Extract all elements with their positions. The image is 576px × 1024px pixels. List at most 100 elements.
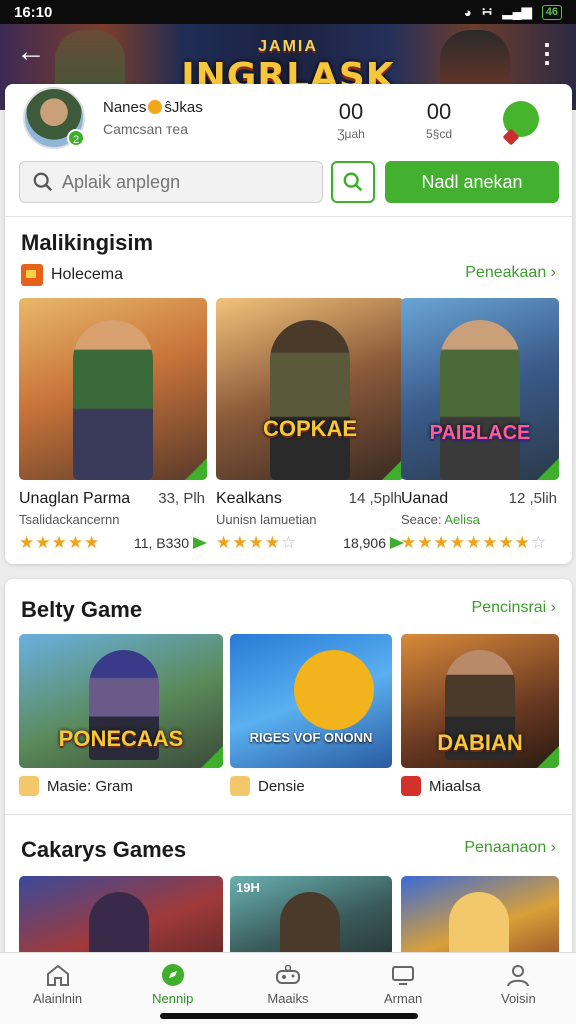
profile-name: Nanes ŝJkas xyxy=(103,99,203,116)
back-arrow-icon: ← xyxy=(16,35,46,68)
game-thumbnail[interactable]: 19H xyxy=(230,876,392,956)
home-indicator[interactable] xyxy=(160,1013,418,1019)
download-icon xyxy=(193,537,207,549)
search-button[interactable] xyxy=(331,161,375,203)
category-icon xyxy=(230,776,250,796)
game-label: Miaalsa xyxy=(429,777,481,795)
search-input[interactable] xyxy=(62,171,302,193)
see-all-link[interactable]: Pencinsrai › xyxy=(472,599,556,617)
game-character-art xyxy=(294,650,374,730)
status-bar: 16:10 ◕ ∺ ▂▄▆ 46 xyxy=(0,0,576,24)
chat-icon[interactable] xyxy=(503,101,539,137)
nav-item-home[interactable]: Alainlnin xyxy=(0,953,115,1024)
profile-icon xyxy=(507,965,530,987)
section-title: Malikingisim xyxy=(21,230,154,255)
section-title: Cakarys Games xyxy=(21,837,187,862)
game-size: 12 ,5lih xyxy=(508,490,557,507)
game-label-row: Densie xyxy=(230,776,392,796)
stat-1-label: Ʒμah xyxy=(337,127,365,141)
nav-label: Arman xyxy=(384,991,423,1006)
game-rating-row: ★★★★★★★★☆ xyxy=(401,533,559,553)
battery-level: 46 xyxy=(545,5,558,18)
section-subtitle: Holecema xyxy=(51,266,124,283)
nav-label: Alainlnin xyxy=(33,991,83,1006)
game-thumbnail: PAIBLACE xyxy=(401,298,559,480)
installed-corner xyxy=(185,458,207,480)
search-box xyxy=(19,161,323,203)
download-count: 11, B330 xyxy=(133,535,189,551)
see-all-link[interactable]: Penaanaon › xyxy=(464,839,556,857)
game-size: 33, Plh xyxy=(158,490,205,507)
see-all-label: Pencinsrai xyxy=(471,599,547,616)
game-art-title: PONECAAS xyxy=(58,726,184,751)
game-card[interactable]: Unaglan Parma 33, Plh Tsalidackancernn ★… xyxy=(19,298,207,553)
game-rating-row: ★★★★☆ 18,906 xyxy=(216,533,404,553)
see-all-link[interactable]: Peneakaan › xyxy=(465,264,556,282)
vibrate-icon: ◕ xyxy=(463,4,472,20)
stat-2: 00 5§cd xyxy=(409,99,469,141)
star-rating: ★★★★★★★★☆ xyxy=(401,533,548,552)
category-icon xyxy=(19,776,39,796)
game-card[interactable]: PONECAAS Masie: Gram xyxy=(19,634,223,796)
game-subtitle-text: Uunisn lamuetian xyxy=(216,512,317,527)
game-thumbnail[interactable] xyxy=(401,876,559,956)
star-rating: ★★★★☆ xyxy=(216,533,298,552)
search-icon xyxy=(33,172,53,192)
star-rating: ★★★★★ xyxy=(19,533,101,552)
back-button[interactable]: ← xyxy=(16,35,50,68)
game-subtitle-text: Seace: xyxy=(401,512,442,527)
game-character-art xyxy=(280,892,340,956)
chevron-right-icon: › xyxy=(550,839,556,856)
profile-card: 2 Nanes ŝJkas Camcsan ᴛea 00 Ʒμah 00 5§cd… xyxy=(5,84,572,564)
stat-2-value: 00 xyxy=(426,99,452,124)
game-thumbnail xyxy=(19,298,207,480)
compass-icon xyxy=(161,964,184,986)
see-all-label: Peneakaan xyxy=(465,264,547,281)
game-character-art xyxy=(89,892,149,956)
game-thumbnail: PONECAAS xyxy=(19,634,223,768)
profile-name-text: Nanes xyxy=(103,99,147,116)
game-art-title: PAIBLACE xyxy=(429,422,531,444)
stat-2-label: 5§cd xyxy=(425,127,453,141)
see-all-label: Penaanaon xyxy=(464,839,547,856)
game-art-title: RIGES VOF ONONN xyxy=(249,730,373,745)
game-thumbnail[interactable] xyxy=(19,876,223,956)
nav-item-profile[interactable]: Voisin xyxy=(461,953,576,1024)
nav-label: Maaiks xyxy=(267,991,309,1006)
game-label: Masie: Gram xyxy=(47,777,133,795)
game-card[interactable]: COPKAE Kealkans 14 ,5plh Uunisn lamuetia… xyxy=(216,298,404,553)
category-icon xyxy=(401,776,421,796)
search-row: Nadl anekan xyxy=(19,161,559,203)
banner-logo-top: JAMIA xyxy=(258,37,318,55)
more-vertical-icon: ⋮ xyxy=(534,38,560,68)
search-icon xyxy=(343,172,363,192)
game-rating-row: ★★★★★ 11, B330 xyxy=(19,533,207,553)
game-label: Densie xyxy=(258,777,305,795)
game-card[interactable]: DABIAN Miaalsa xyxy=(401,634,559,796)
installed-corner xyxy=(537,458,559,480)
monitor-icon xyxy=(392,966,415,985)
game-label-row: Miaalsa xyxy=(401,776,559,796)
game-character-art xyxy=(270,320,350,480)
signal-icon: ▂▄▆ xyxy=(502,4,532,19)
installed-corner xyxy=(201,746,223,768)
profile-header: 2 Nanes ŝJkas Camcsan ᴛea 00 Ʒμah 00 5§cd xyxy=(23,87,553,157)
game-sections-card: Belty Game Pencinsrai › PONECAAS Masie: … xyxy=(5,579,572,969)
game-card[interactable]: RIGES VOF ONONN Densie xyxy=(230,634,392,796)
more-options-button[interactable]: ⋮ xyxy=(534,38,560,68)
game-card[interactable]: PAIBLACE Uanad 12 ,5lih Seace: Aelisa ★★… xyxy=(401,298,559,553)
coin-icon xyxy=(148,100,163,114)
game-subtitle: Uunisn lamuetian xyxy=(216,512,404,527)
game-size: 14 ,5plh xyxy=(348,490,402,507)
section-title: Belty Game xyxy=(21,597,143,622)
primary-action-button[interactable]: Nadl anekan xyxy=(385,161,559,203)
game-art-title: COPKAE xyxy=(262,416,358,441)
stat-1: 00 Ʒμah xyxy=(321,99,381,141)
installed-corner xyxy=(537,746,559,768)
home-icon xyxy=(46,964,69,986)
profile-name-suffix: ŝJkas xyxy=(164,99,203,116)
profile-subtitle: Camcsan ᴛea xyxy=(103,121,189,137)
game-subtitle: Seace: Aelisa xyxy=(401,512,559,527)
game-art-title: DABIAN xyxy=(437,730,523,755)
game-subtitle-text: Tsalidackancernn xyxy=(19,512,120,527)
